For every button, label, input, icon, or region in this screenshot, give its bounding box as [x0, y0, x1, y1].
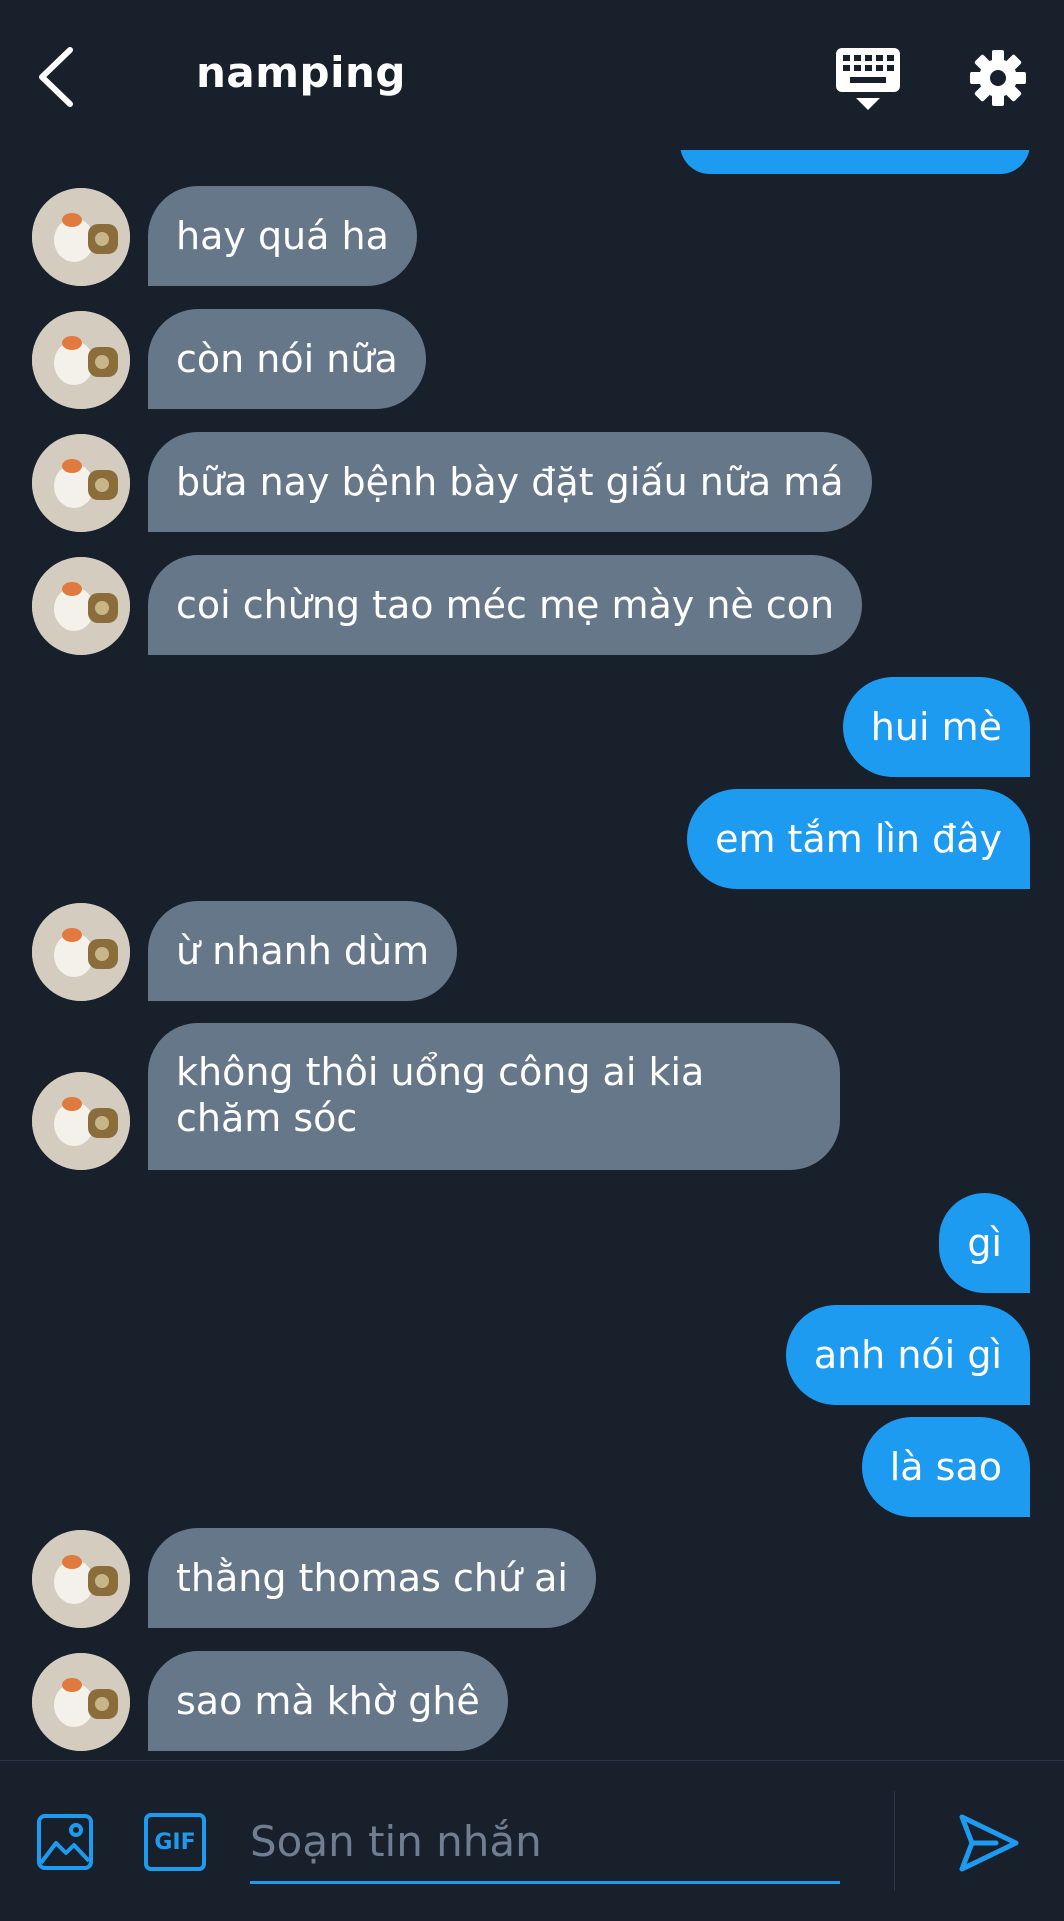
- gif-label: GIF: [154, 1829, 196, 1855]
- incoming-message[interactable]: ừ nhanh dùm: [148, 901, 458, 1001]
- incoming-message[interactable]: coi chừng tao méc mẹ mày nè con: [148, 555, 863, 655]
- incoming-message[interactable]: không thôi uổng công ai kia chăm sóc: [148, 1023, 840, 1170]
- incoming-message[interactable]: bữa nay bệnh bày đặt giấu nữa má: [148, 432, 872, 532]
- outgoing-message[interactable]: hui mè: [842, 677, 1030, 777]
- back-chevron-left-icon[interactable]: [30, 40, 90, 115]
- outgoing-message[interactable]: anh nói gì: [785, 1305, 1030, 1405]
- outgoing-bubble-partial[interactable]: [680, 150, 1030, 174]
- image-icon[interactable]: [36, 1813, 94, 1871]
- divider: [894, 1791, 895, 1891]
- settings-gear-icon[interactable]: [968, 48, 1028, 108]
- keyboard-icon[interactable]: [834, 46, 902, 112]
- outgoing-message[interactable]: gì: [939, 1193, 1030, 1293]
- contact-avatar[interactable]: [32, 557, 130, 655]
- contact-avatar[interactable]: [32, 903, 130, 1001]
- message-list[interactable]: hay quá ha còn nói nữa bữa nay bệnh bày …: [0, 150, 1064, 1760]
- send-icon[interactable]: [956, 1811, 1020, 1875]
- contact-avatar[interactable]: [32, 311, 130, 409]
- contact-avatar[interactable]: [32, 434, 130, 532]
- conversation-title[interactable]: namping: [196, 48, 406, 97]
- message-input[interactable]: [250, 1801, 840, 1884]
- contact-avatar[interactable]: [32, 1072, 130, 1170]
- incoming-message[interactable]: thằng thomas chứ ai: [148, 1528, 596, 1628]
- incoming-message[interactable]: còn nói nữa: [148, 309, 426, 409]
- incoming-message[interactable]: sao mà khờ ghê: [148, 1651, 508, 1751]
- contact-avatar[interactable]: [32, 1653, 130, 1751]
- contact-avatar[interactable]: [32, 188, 130, 286]
- contact-avatar[interactable]: [32, 1530, 130, 1628]
- message-composer: GIF: [0, 1760, 1064, 1921]
- outgoing-message[interactable]: là sao: [861, 1417, 1030, 1517]
- top-bar: namping: [0, 0, 1064, 150]
- outgoing-message[interactable]: em tắm lìn đây: [687, 789, 1030, 889]
- gif-icon[interactable]: GIF: [144, 1813, 206, 1871]
- incoming-message[interactable]: hay quá ha: [148, 186, 417, 286]
